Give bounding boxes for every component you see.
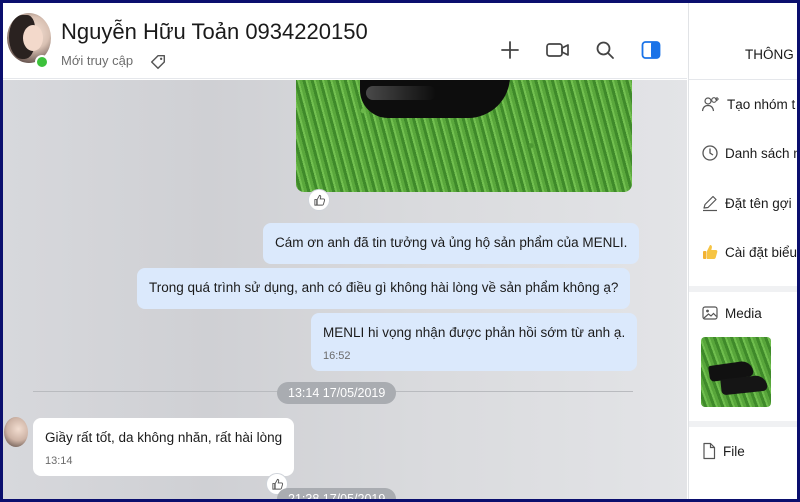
- file-icon: [703, 442, 716, 460]
- panel-item-reminders[interactable]: Danh sách n: [701, 144, 797, 162]
- online-status-dot: [35, 55, 49, 69]
- shoe-image: [360, 80, 510, 118]
- media-label: Media: [725, 305, 762, 321]
- chat-window: Nguyễn Hữu Toản 0934220150 Mới truy cập: [3, 3, 797, 499]
- shoe-photo-message[interactable]: [296, 80, 632, 192]
- panel-divider: [689, 79, 797, 80]
- outgoing-message[interactable]: MENLI hi vọng nhận được phản hồi sớm từ …: [311, 313, 638, 371]
- message-text: Cám ơn anh đã tin tưởng và ủng hộ sản ph…: [275, 235, 628, 250]
- panel-item-label: Tạo nhóm t: [727, 96, 796, 112]
- search-icon[interactable]: [594, 39, 616, 61]
- panel-file-header[interactable]: File: [701, 442, 745, 460]
- panel-item-create-group[interactable]: Tạo nhóm t: [701, 95, 795, 113]
- pencil-icon: [703, 195, 717, 212]
- tag-icon[interactable]: [149, 53, 167, 71]
- message-text: Trong quá trình sử dụng, anh có điều gì …: [149, 280, 619, 295]
- add-group-icon: [701, 97, 719, 112]
- message-list[interactable]: Cám ơn anh đã tin tưởng và ủng hộ sản ph…: [3, 80, 687, 499]
- contact-status: Mới truy cập: [61, 53, 134, 68]
- panel-item-label: Cài đặt biểu: [725, 244, 797, 260]
- panel-item-quick-reaction[interactable]: Cài đặt biểu: [701, 243, 797, 261]
- message-text: Giầy rất tốt, da không nhăn, rất hài lòn…: [45, 430, 283, 445]
- message-time: 16:52: [323, 350, 351, 362]
- media-thumbnail[interactable]: [701, 337, 771, 407]
- image-icon: [702, 306, 718, 320]
- avatar-face: [23, 25, 43, 51]
- incoming-message[interactable]: Giầy rất tốt, da không nhăn, rất hài lòn…: [33, 418, 295, 476]
- panel-media-header[interactable]: Media: [701, 304, 762, 322]
- panel-title: THÔNG: [745, 47, 794, 62]
- message-time: 13:14: [45, 455, 73, 467]
- add-member-icon[interactable]: [499, 39, 521, 61]
- panel-item-label: Đặt tên gợi: [725, 195, 792, 211]
- clock-icon: [702, 145, 718, 161]
- conversation-header: Nguyễn Hữu Toản 0934220150 Mới truy cập: [3, 3, 687, 79]
- thumbs-up-icon: [703, 245, 718, 259]
- sender-avatar[interactable]: [4, 417, 28, 447]
- panel-item-label: Danh sách n: [725, 145, 797, 161]
- video-call-icon[interactable]: [545, 39, 571, 61]
- date-divider-label: 21:38 17/05/2019: [277, 488, 397, 499]
- conversation-info-panel: THÔNG Tạo nhóm t Danh sách n Đặt tên gợi…: [688, 3, 797, 499]
- toggle-info-panel-icon[interactable]: [640, 39, 662, 61]
- date-divider-label: 13:14 17/05/2019: [277, 382, 397, 404]
- file-label: File: [723, 443, 745, 459]
- contact-name[interactable]: Nguyễn Hữu Toản 0934220150: [61, 19, 368, 45]
- panel-item-nickname[interactable]: Đặt tên gợi: [701, 194, 792, 212]
- outgoing-message[interactable]: Cám ơn anh đã tin tưởng và ủng hộ sản ph…: [263, 223, 640, 264]
- thumb-shoe: [720, 374, 768, 396]
- thumbs-up-icon: [313, 194, 325, 206]
- panel-section-divider: [689, 421, 797, 427]
- react-like-button[interactable]: [308, 189, 330, 211]
- message-text: MENLI hi vọng nhận được phản hồi sớm từ …: [323, 325, 626, 340]
- panel-section-divider: [689, 286, 797, 292]
- outgoing-message[interactable]: Trong quá trình sử dụng, anh có điều gì …: [137, 268, 631, 309]
